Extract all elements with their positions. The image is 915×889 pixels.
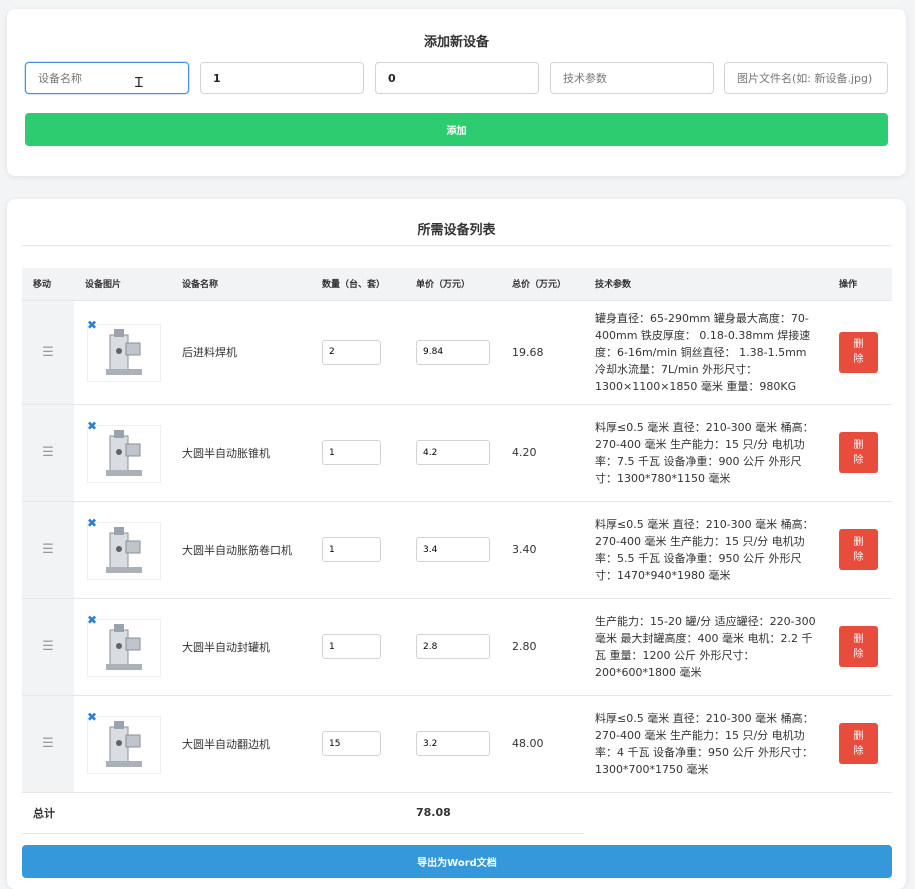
text-cursor-icon: Ɪ bbox=[135, 75, 143, 91]
table-header-row: 移动 设备图片 设备名称 数量（台、套） 单价（万元） 总价（万元） 技术参数 … bbox=[22, 268, 892, 301]
drag-handle-icon[interactable]: ☰ bbox=[22, 404, 74, 502]
image-filename-input[interactable] bbox=[724, 62, 888, 94]
column-header-name: 设备名称 bbox=[171, 268, 311, 301]
divider bbox=[22, 245, 891, 246]
drag-handle-icon[interactable]: ☰ bbox=[22, 695, 74, 793]
equipment-name: 大圆半自动胀筋卷口机 bbox=[171, 501, 311, 599]
unit-price-input[interactable] bbox=[375, 62, 539, 94]
drag-handle-icon[interactable]: ☰ bbox=[22, 598, 74, 696]
delete-button[interactable]: 删除 bbox=[839, 723, 878, 764]
equipment-name-input[interactable] bbox=[25, 62, 189, 94]
row-spec: 生产能力：15-20 罐/分 适应罐径：220-300 毫米 最大封罐高度：40… bbox=[584, 598, 828, 696]
row-unit-price-input[interactable] bbox=[416, 440, 490, 465]
equipment-name: 大圆半自动封罐机 bbox=[171, 598, 311, 696]
equipment-image-wrap: ✖ bbox=[85, 613, 161, 677]
equipment-image bbox=[87, 618, 161, 677]
table-row: ☰ ✖ 大圆半自动翻边机 48.00 料厚≤0.5 毫米 直径：210-300 … bbox=[22, 695, 892, 793]
close-icon[interactable]: ✖ bbox=[87, 419, 97, 433]
drag-handle-icon[interactable]: ☰ bbox=[22, 501, 74, 599]
row-total-price: 48.00 bbox=[501, 695, 584, 793]
equipment-name: 大圆半自动胀锥机 bbox=[171, 404, 311, 502]
row-quantity-input[interactable] bbox=[322, 634, 381, 659]
close-icon[interactable]: ✖ bbox=[87, 613, 97, 627]
equipment-image-wrap: ✖ bbox=[85, 419, 161, 483]
column-header-image: 设备图片 bbox=[74, 268, 171, 301]
equipment-image bbox=[87, 424, 161, 483]
row-total-price: 19.68 bbox=[501, 300, 584, 405]
row-unit-price-input[interactable] bbox=[416, 537, 490, 562]
table-row: ☰ ✖ 大圆半自动封罐机 2.80 生产能力：15-20 罐/分 适应罐径：22… bbox=[22, 598, 892, 696]
row-unit-price-input[interactable] bbox=[416, 634, 490, 659]
row-unit-price-input[interactable] bbox=[416, 731, 490, 756]
close-icon[interactable]: ✖ bbox=[87, 710, 97, 724]
table-row: ☰ ✖ 后进料焊机 19.68 罐身直径：65-290mm 罐身最大高度：70-… bbox=[22, 300, 892, 405]
delete-button[interactable]: 删除 bbox=[839, 432, 878, 473]
image-cell: ✖ bbox=[74, 501, 171, 599]
equipment-image bbox=[87, 521, 161, 580]
image-cell: ✖ bbox=[74, 695, 171, 793]
row-total-price: 2.80 bbox=[501, 598, 584, 696]
row-quantity-input[interactable] bbox=[322, 731, 381, 756]
row-total-price: 4.20 bbox=[501, 404, 584, 502]
delete-button[interactable]: 删除 bbox=[839, 529, 878, 570]
column-header-total: 总价（万元） bbox=[501, 268, 584, 301]
column-header-move: 移动 bbox=[22, 268, 74, 301]
drag-handle-icon[interactable]: ☰ bbox=[22, 300, 74, 405]
equipment-name: 后进料焊机 bbox=[171, 300, 311, 405]
equipment-image-wrap: ✖ bbox=[85, 710, 161, 774]
column-header-unit-price: 单价（万元） bbox=[405, 268, 501, 301]
row-spec: 料厚≤0.5 毫米 直径：210-300 毫米 桶高：270-400 毫米 生产… bbox=[584, 404, 828, 502]
add-button[interactable]: 添加 bbox=[25, 113, 888, 146]
row-unit-price-input[interactable] bbox=[416, 339, 490, 365]
delete-button[interactable]: 删除 bbox=[839, 626, 878, 667]
image-cell: ✖ bbox=[74, 404, 171, 502]
image-cell: ✖ bbox=[74, 300, 171, 405]
list-title: 所需设备列表 bbox=[417, 223, 496, 238]
export-word-button[interactable]: 导出为Word文档 bbox=[22, 845, 892, 878]
equipment-list-panel: 所需设备列表 移动 设备图片 设备名称 数量（台、套） 单价（万元） 总价（万元… bbox=[7, 199, 906, 889]
row-quantity-input[interactable] bbox=[322, 537, 381, 562]
table-row: ☰ ✖ 大圆半自动胀筋卷口机 3.40 料厚≤0.5 毫米 直径：210-300 bbox=[22, 501, 892, 599]
quantity-input[interactable] bbox=[200, 62, 364, 94]
column-header-action: 操作 bbox=[828, 268, 892, 301]
equipment-name: 大圆半自动翻边机 bbox=[171, 695, 311, 793]
equipment-image bbox=[87, 715, 161, 774]
equipment-image bbox=[87, 324, 161, 382]
row-total-price: 3.40 bbox=[501, 501, 584, 599]
equipment-table: 移动 设备图片 设备名称 数量（台、套） 单价（万元） 总价（万元） 技术参数 … bbox=[22, 268, 892, 834]
close-icon[interactable]: ✖ bbox=[87, 516, 97, 530]
column-header-quantity: 数量（台、套） bbox=[311, 268, 405, 301]
equipment-image-wrap: ✖ bbox=[85, 516, 161, 580]
row-quantity-input[interactable] bbox=[322, 440, 381, 465]
table-row: ☰ ✖ 大圆半自动胀锥机 4.20 料厚≤0.5 毫米 直径：210-300 毫… bbox=[22, 404, 892, 502]
total-row: 总计 78.08 bbox=[22, 792, 892, 834]
total-value: 78.08 bbox=[405, 792, 501, 834]
image-cell: ✖ bbox=[74, 598, 171, 696]
close-icon[interactable]: ✖ bbox=[87, 318, 97, 332]
total-label: 总计 bbox=[22, 792, 74, 834]
equipment-image-wrap: ✖ bbox=[85, 318, 161, 382]
add-equipment-panel: 添加新设备 Ɪ 添加 bbox=[7, 9, 906, 176]
row-spec: 料厚≤0.5 毫米 直径：210-300 毫米 桶高：270-400 毫米 生产… bbox=[584, 695, 828, 793]
add-panel-title: 添加新设备 bbox=[423, 35, 489, 50]
delete-button[interactable]: 删除 bbox=[839, 331, 878, 373]
column-header-spec: 技术参数 bbox=[584, 268, 828, 301]
row-spec: 料厚≤0.5 毫米 直径：210-300 毫米 桶高：270-400 毫米 生产… bbox=[584, 501, 828, 599]
spec-input[interactable] bbox=[550, 62, 714, 94]
row-quantity-input[interactable] bbox=[322, 339, 381, 365]
row-spec: 罐身直径：65-290mm 罐身最大高度：70-400mm 铁皮厚度： 0.18… bbox=[584, 300, 828, 405]
